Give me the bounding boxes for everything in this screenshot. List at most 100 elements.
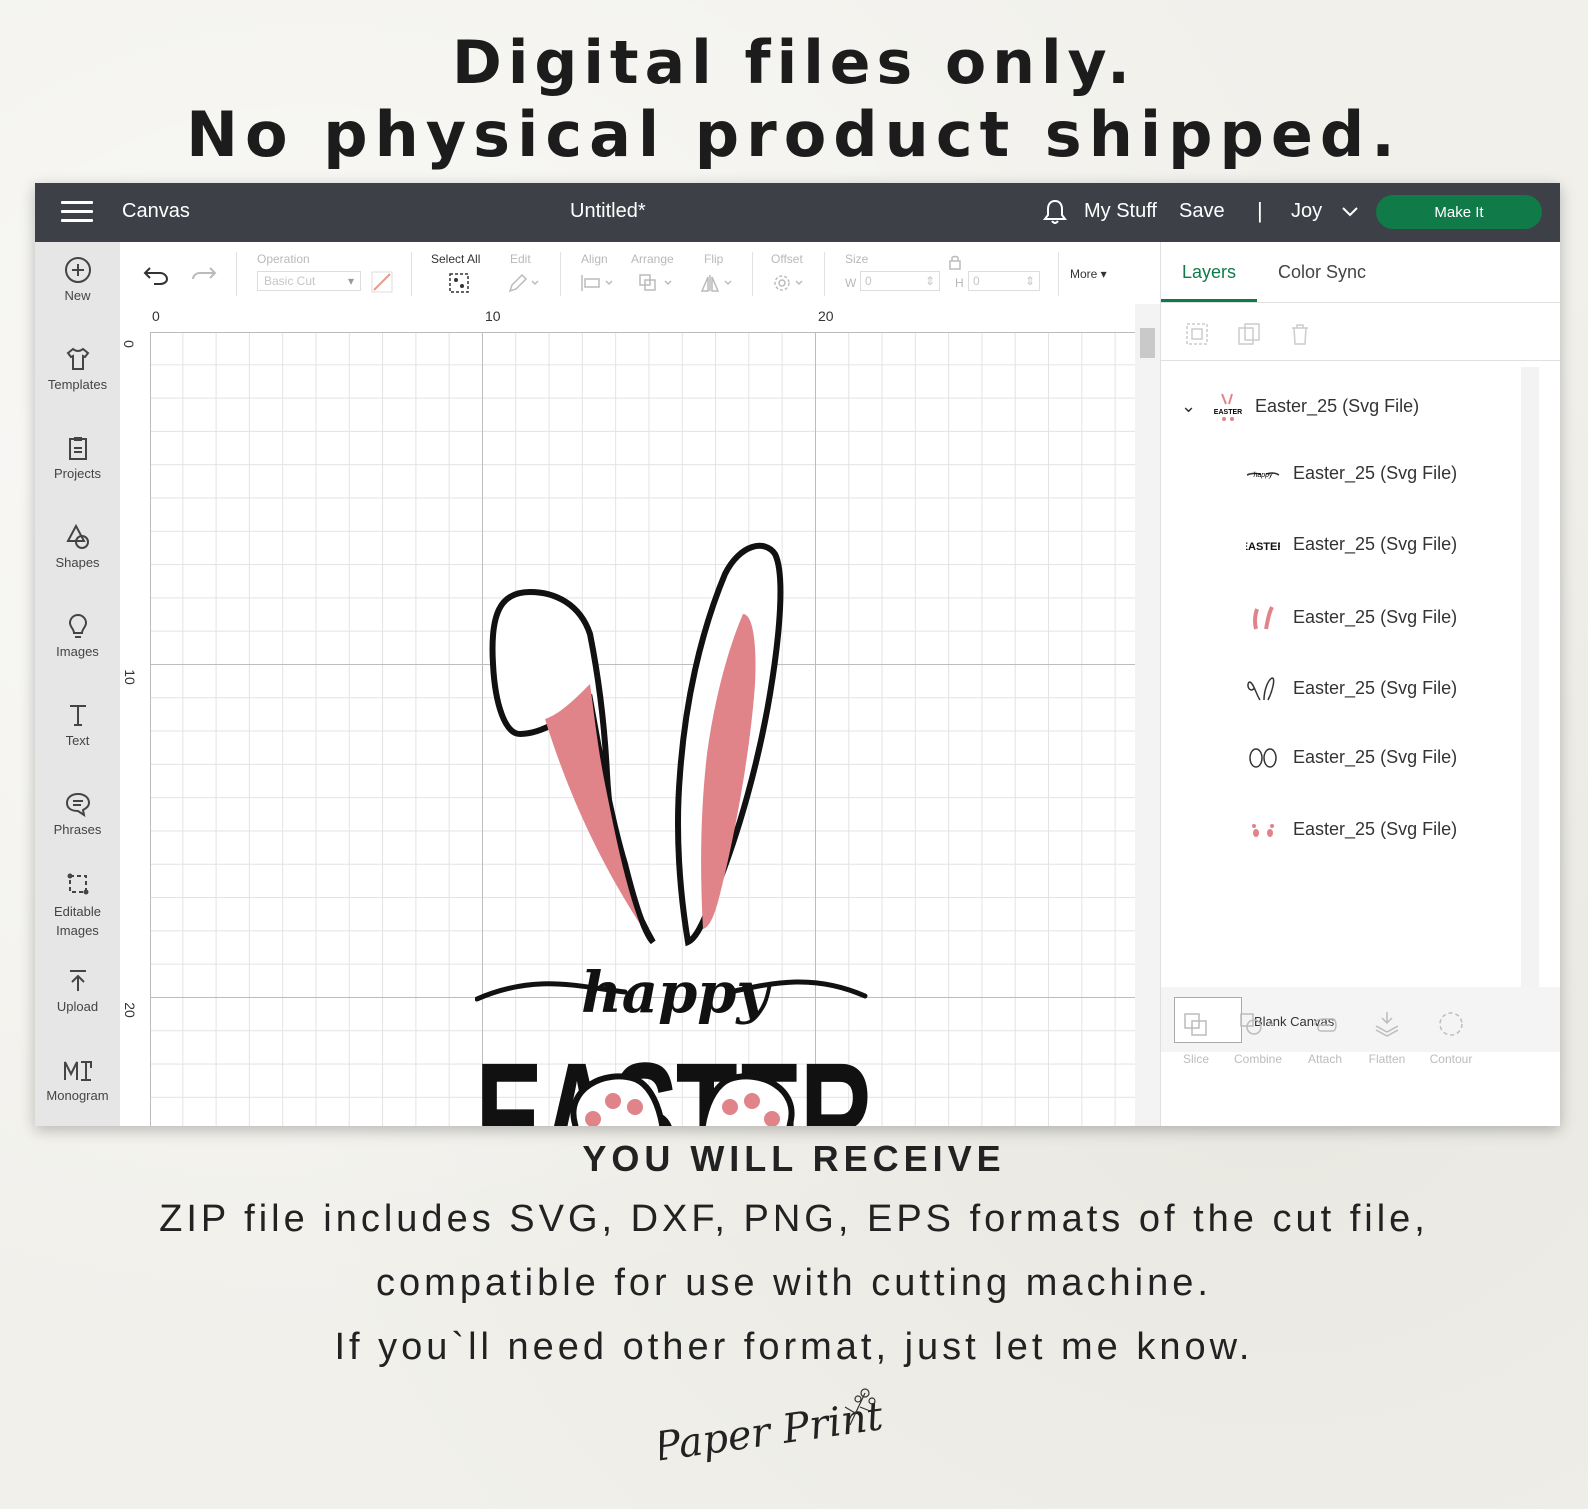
save-button[interactable]: Save	[1179, 200, 1225, 223]
sidebar-item-upload[interactable]: Upload	[35, 967, 120, 1014]
lock-icon[interactable]	[948, 254, 962, 270]
svg-text:EASTER: EASTER	[1246, 541, 1280, 553]
contour-icon[interactable]	[1437, 1010, 1465, 1038]
layer-thumb-easter-text: EASTER	[1241, 541, 1286, 553]
bell-icon[interactable]	[1042, 198, 1068, 226]
sidebar-label-editable-images: Editable Images	[54, 904, 101, 938]
sidebar-item-editable-images[interactable]: Editable Images	[35, 870, 120, 940]
ruler-left: 0 10 20	[120, 332, 151, 1126]
slice-icon[interactable]	[1183, 1012, 1209, 1038]
sidebar-label-new: New	[64, 288, 91, 303]
user-menu[interactable]: Joy	[1291, 200, 1322, 223]
operation-select[interactable]: Basic Cut ▾	[257, 271, 361, 291]
layer-row-5[interactable]: Easter_25 (Svg File)	[1246, 747, 1457, 769]
more-menu[interactable]: More ▾	[1070, 267, 1107, 281]
attach-label[interactable]: Attach	[1295, 1052, 1355, 1066]
svg-text:happy: happy	[1253, 472, 1273, 479]
tab-layers[interactable]: Layers	[1182, 262, 1236, 283]
arrange-icon[interactable]	[638, 273, 676, 293]
sidebar-label-upload: Upload	[56, 999, 99, 1014]
sidebar-item-projects[interactable]: Projects	[35, 434, 120, 481]
blank-canvas-row[interactable]: Blank Canvas	[1161, 987, 1560, 1052]
flip-icon[interactable]	[700, 273, 736, 293]
tabs-divider	[1161, 302, 1560, 303]
layer-row-4[interactable]: Easter_25 (Svg File)	[1246, 676, 1457, 702]
bunny-paws[interactable]	[565, 1069, 805, 1126]
color-swatch-icon[interactable]	[371, 271, 393, 293]
edit-label: Edit	[510, 252, 531, 266]
sidebar-label-phrases: Phrases	[53, 822, 102, 837]
layer-name-3: Easter_25 (Svg File)	[1293, 606, 1458, 627]
tab-color-sync[interactable]: Color Sync	[1278, 262, 1366, 283]
slice-label[interactable]: Slice	[1166, 1052, 1226, 1066]
height-input[interactable]: 0 ⇕	[968, 271, 1040, 291]
redo-icon[interactable]	[190, 264, 218, 286]
attach-icon[interactable]	[1311, 1014, 1339, 1036]
combine-icon[interactable]	[1239, 1012, 1279, 1038]
offset-label: Offset	[771, 252, 803, 266]
design-canvas[interactable]: 0 10 20 0 10 20 happy EASTER	[120, 304, 1160, 1126]
sidebar-item-text[interactable]: Text	[35, 701, 120, 748]
flatten-icon[interactable]	[1373, 1010, 1401, 1038]
footer-line-2: compatible for use with cutting machine.	[376, 1262, 1212, 1304]
combine-label[interactable]: Combine	[1228, 1052, 1288, 1066]
sidebar-item-templates[interactable]: Templates	[35, 345, 120, 392]
width-input[interactable]: 0 ⇕	[860, 271, 940, 291]
left-sidebar: New Templates Projects Shapes Images Tex…	[35, 242, 120, 1126]
shirt-icon	[66, 347, 89, 370]
align-label: Align	[581, 252, 608, 266]
document-title[interactable]: Untitled*	[570, 200, 646, 223]
contour-label[interactable]: Contour	[1421, 1052, 1481, 1066]
plus-circle-icon	[64, 257, 91, 283]
my-stuff-link[interactable]: My Stuff	[1084, 200, 1157, 223]
layer-row-2[interactable]: EASTER Easter_25 (Svg File)	[1241, 534, 1457, 555]
footer-line-1: ZIP file includes SVG, DXF, PNG, EPS for…	[159, 1198, 1429, 1240]
ruler-top-tick-10: 10	[485, 308, 501, 324]
flatten-label[interactable]: Flatten	[1357, 1052, 1417, 1066]
select-all-icon[interactable]	[448, 272, 470, 294]
upload-icon	[69, 970, 86, 991]
layer-thumb-pink-ears	[1252, 606, 1274, 630]
ruler-top-tick-20: 20	[818, 308, 834, 324]
sidebar-item-monogram[interactable]: Monogram	[35, 1056, 120, 1103]
sidebar-label-templates: Templates	[47, 377, 108, 392]
flip-label: Flip	[704, 252, 724, 266]
sidebar-label-projects: Projects	[54, 466, 101, 481]
sidebar-item-new[interactable]: New	[35, 256, 120, 303]
sidebar-item-images[interactable]: Images	[35, 612, 120, 659]
hamburger-icon[interactable]	[61, 201, 93, 223]
sidebar-item-shapes[interactable]: Shapes	[35, 523, 120, 570]
chevron-down-icon[interactable]: ⌄	[1181, 396, 1203, 417]
layer-thumb-paw-outlines	[1249, 748, 1277, 768]
layer-row-3[interactable]: Easter_25 (Svg File)	[1246, 605, 1457, 631]
layers-scrollbar[interactable]	[1521, 367, 1539, 987]
chevron-down-icon[interactable]	[1340, 202, 1360, 222]
layer-row-1[interactable]: happy Easter_25 (Svg File)	[1246, 463, 1457, 484]
undo-icon[interactable]	[142, 264, 170, 286]
easter-bunny-artwork[interactable]: happy EASTER	[475, 534, 895, 1126]
layer-row-6[interactable]: Easter_25 (Svg File)	[1246, 819, 1457, 840]
left-ear-inner	[545, 684, 640, 924]
layer-group-row[interactable]: ⌄ EASTER Easter_25 (Svg File)	[1181, 392, 1419, 422]
trash-icon[interactable]	[1288, 322, 1312, 346]
offset-icon[interactable]	[772, 273, 808, 293]
align-icon[interactable]	[580, 273, 616, 293]
group-icon[interactable]	[1185, 322, 1209, 346]
layer-group-name: Easter_25 (Svg File)	[1255, 395, 1420, 416]
topbar-separator: |	[1257, 198, 1263, 223]
svg-text:Paper Print: Paper Print	[660, 1393, 887, 1471]
select-all-label[interactable]: Select All	[431, 252, 480, 266]
headline-line-2: No physical product shipped.	[186, 98, 1402, 171]
canvas-scroll-thumb[interactable]	[1140, 328, 1155, 358]
sidebar-item-phrases[interactable]: Phrases	[35, 790, 120, 837]
make-it-button[interactable]: Make It	[1376, 195, 1542, 229]
sidebar-label-monogram: Monogram	[46, 1088, 109, 1103]
headline-line-1: Digital files only.	[452, 28, 1136, 98]
duplicate-icon[interactable]	[1237, 322, 1261, 346]
monogram-icon	[63, 1061, 92, 1081]
ruler-left-tick-10: 10	[121, 669, 138, 685]
clipboard-icon	[68, 437, 87, 460]
ruler-left-tick-20: 20	[121, 1002, 138, 1018]
canvas-scrollbar[interactable]	[1135, 304, 1160, 1126]
pen-icon[interactable]	[508, 273, 540, 293]
